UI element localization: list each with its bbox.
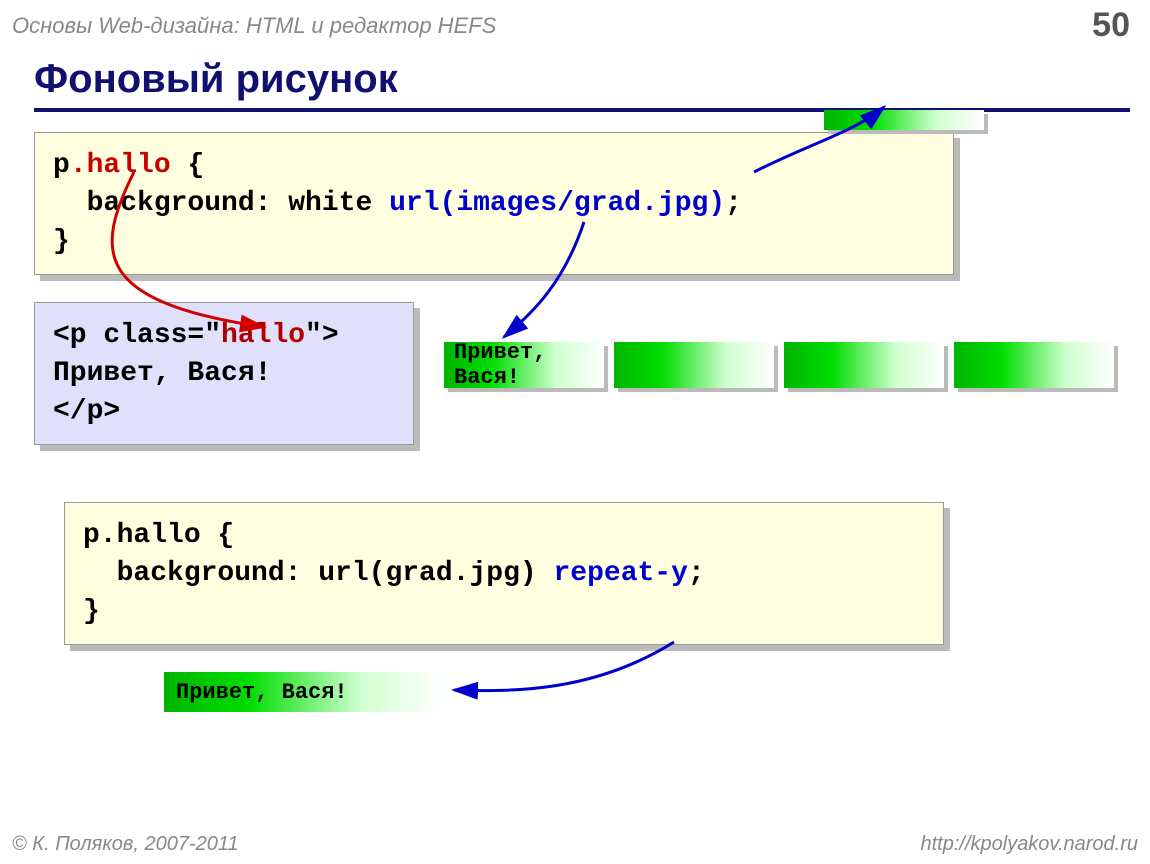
css1-selector-p: p (53, 150, 70, 181)
course-title: Основы Web-дизайна: HTML и редактор HEFS (12, 13, 496, 39)
gradient-sample-single: Привет, Вася! (164, 672, 444, 712)
css1-dot: . (70, 150, 87, 181)
css1-class: hallo (87, 150, 171, 181)
css-code-box-2: p.hallo { background: url(grad.jpg) repe… (64, 502, 944, 645)
gradient-repeat-row: Привет, Вася! (444, 342, 1114, 388)
css2-close: } (83, 596, 100, 627)
content-area: p.hallo { background: white url(images/g… (34, 132, 1116, 832)
single-sample-text: Привет, Вася! (176, 680, 348, 705)
html-content: Привет, Вася! (53, 358, 271, 389)
footer: © К. Поляков, 2007-2011 http://kpolyakov… (12, 833, 1138, 856)
css1-semi: ; (725, 188, 742, 219)
css2-repeat: repeat-y (553, 558, 687, 589)
header-bar: Основы Web-дизайна: HTML и редактор HEFS… (0, 0, 1150, 47)
css2-prop: background: url(grad.jpg) (83, 558, 553, 589)
footer-copyright: © К. Поляков, 2007-2011 (12, 833, 239, 856)
css2-semi: ; (688, 558, 705, 589)
html-open-c: "> (305, 320, 339, 351)
gradient-tile-4 (954, 342, 1114, 388)
css1-prop: background: white (53, 188, 389, 219)
css-code-box-1: p.hallo { background: white url(images/g… (34, 132, 954, 275)
html-code-box: <p class="hallo"> Привет, Вася! </p> (34, 302, 414, 445)
slide-title: Фоновый рисунок (34, 57, 1150, 102)
css1-url: url(images/grad.jpg) (389, 188, 725, 219)
gradient-tile-1: Привет, Вася! (444, 342, 604, 388)
gradient-swatch (824, 110, 984, 130)
gradient-tile-3 (784, 342, 944, 388)
gradient-tile-2 (614, 342, 774, 388)
html-open-a: <p class=" (53, 320, 221, 351)
html-close: </p> (53, 396, 120, 427)
footer-url: http://kpolyakov.narod.ru (920, 833, 1138, 856)
css1-open-brace: { (171, 150, 205, 181)
tile-text-1: Привет, Вася! (454, 340, 604, 390)
css2-line1: p.hallo { (83, 520, 234, 551)
html-class-value: hallo (221, 320, 305, 351)
css1-close-brace: } (53, 226, 70, 257)
page-number: 50 (1092, 6, 1130, 45)
